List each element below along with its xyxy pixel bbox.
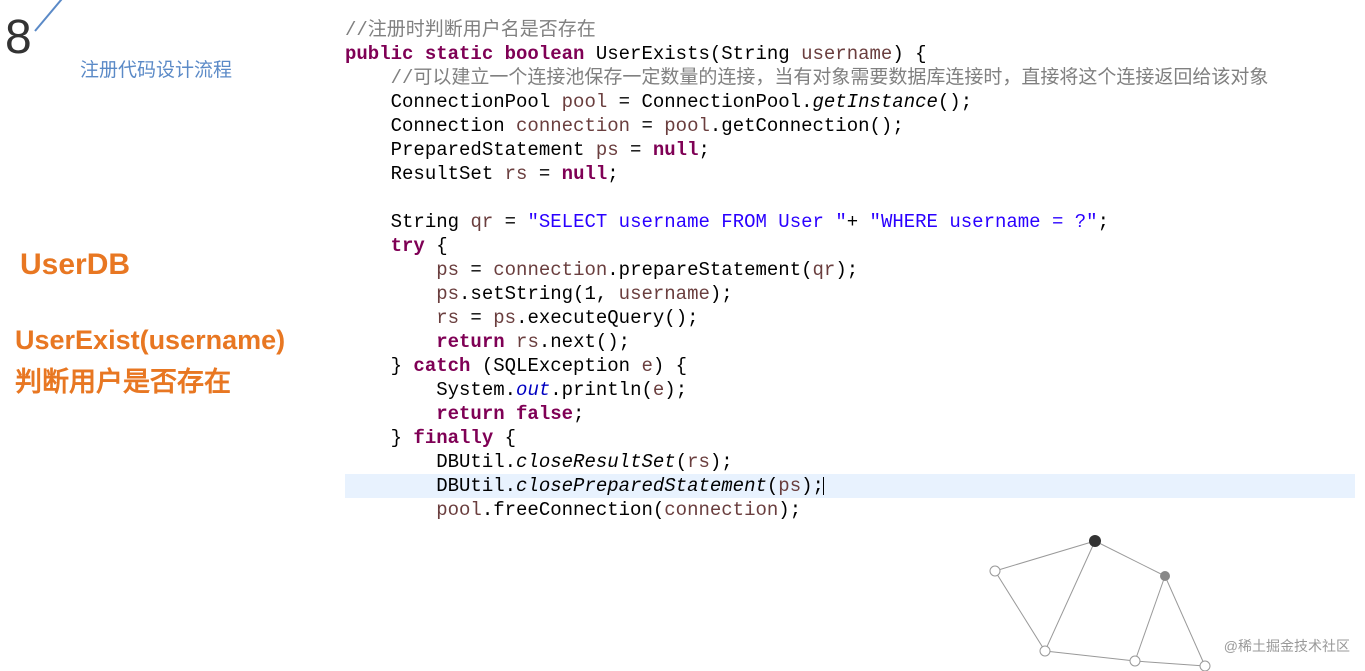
code-kw: null <box>562 163 608 185</box>
code-var: ps <box>493 307 516 329</box>
code-kw: return false <box>436 403 573 425</box>
code-kw: public static boolean <box>345 43 584 65</box>
code-text: = <box>459 307 493 329</box>
code-var: pool <box>562 91 608 113</box>
code-block: //注册时判断用户名是否存在 public static boolean Use… <box>345 18 1355 522</box>
code-var: rs <box>436 307 459 329</box>
code-var: ps <box>436 283 459 305</box>
code-text: ); <box>710 283 733 305</box>
code-text: = <box>459 259 493 281</box>
code-var: connection <box>493 259 607 281</box>
code-text: DBUtil. <box>436 475 516 497</box>
code-text: ); <box>664 379 687 401</box>
code-var: rs <box>516 331 539 353</box>
code-text: UserExists(String <box>584 43 801 65</box>
slide-number: 8 <box>5 10 24 65</box>
code-text: String <box>391 211 471 233</box>
code-text: } <box>391 427 414 449</box>
code-text <box>505 331 516 353</box>
code-text: ConnectionPool <box>391 91 562 113</box>
code-text: ResultSet <box>391 163 505 185</box>
code-var: pool <box>664 115 710 137</box>
code-kw: try <box>391 235 425 257</box>
code-text: (); <box>938 91 972 113</box>
code-text: (SQLException <box>470 355 641 377</box>
code-text: ( <box>767 475 778 497</box>
code-text: { <box>493 427 516 449</box>
code-text: .executeQuery(); <box>516 307 698 329</box>
code-var: connection <box>516 115 630 137</box>
text-cursor <box>823 477 824 495</box>
code-text: ; <box>573 403 584 425</box>
code-method: closeResultSet <box>516 451 676 473</box>
code-text: .getConnection(); <box>710 115 904 137</box>
code-var: qr <box>813 259 836 281</box>
code-var: pool <box>436 499 482 521</box>
code-text: = ConnectionPool. <box>607 91 812 113</box>
code-var: username <box>619 283 710 305</box>
code-comment: //可以建立一个连接池保存一定数量的连接，当有对象需要数据库连接时，直接将这个连… <box>391 67 1269 89</box>
watermark: @稀土掘金技术社区 <box>1224 636 1350 656</box>
code-text: ; <box>607 163 618 185</box>
code-text: .println( <box>550 379 653 401</box>
code-text: .prepareStatement( <box>607 259 812 281</box>
header-divider <box>34 0 74 32</box>
code-comment: //注册时判断用户名是否存在 <box>345 19 596 41</box>
code-static: out <box>516 379 550 401</box>
code-text: ); <box>801 475 824 497</box>
code-kw: null <box>653 139 699 161</box>
code-text: { <box>425 235 448 257</box>
code-kw: catch <box>413 355 470 377</box>
code-text: .next(); <box>539 331 630 353</box>
code-var: ps <box>436 259 459 281</box>
code-highlighted-line: DBUtil.closePreparedStatement(ps); <box>345 474 1355 498</box>
code-kw: finally <box>413 427 493 449</box>
code-text: .freeConnection( <box>482 499 664 521</box>
code-text: } <box>391 355 414 377</box>
code-string: "WHERE username = ?" <box>870 211 1098 233</box>
code-text: ( <box>676 451 687 473</box>
code-var: ps <box>778 475 801 497</box>
code-text: ; <box>1098 211 1109 233</box>
code-var: username <box>801 43 892 65</box>
code-text: = <box>619 139 653 161</box>
sidebar-userexist: UserExist(username) <box>15 325 285 356</box>
code-var: qr <box>470 211 493 233</box>
sidebar-userexist-desc: 判断用户是否存在 <box>15 360 231 399</box>
code-string: "SELECT username FROM User " <box>527 211 846 233</box>
code-var: rs <box>687 451 710 473</box>
code-var: connection <box>664 499 778 521</box>
code-var: ps <box>596 139 619 161</box>
code-text: PreparedStatement <box>391 139 596 161</box>
code-text: DBUtil. <box>436 451 516 473</box>
code-var: e <box>641 355 652 377</box>
code-kw: return <box>436 331 504 353</box>
code-text: ) { <box>892 43 926 65</box>
code-text: ); <box>778 499 801 521</box>
code-var: rs <box>505 163 528 185</box>
sidebar-userdb: UserDB <box>20 248 130 282</box>
code-text: ) { <box>653 355 687 377</box>
code-text: .setString(1, <box>459 283 619 305</box>
header-label: 注册代码设计流程 <box>80 55 232 82</box>
code-text: = <box>630 115 664 137</box>
code-text: ); <box>710 451 733 473</box>
code-text: ); <box>835 259 858 281</box>
code-text: System. <box>436 379 516 401</box>
code-method: getInstance <box>812 91 937 113</box>
code-text: Connection <box>391 115 516 137</box>
decoration-graph <box>975 521 1225 671</box>
code-text: + <box>847 211 870 233</box>
code-text: = <box>527 163 561 185</box>
code-text: ; <box>698 139 709 161</box>
code-method: closePreparedStatement <box>516 475 767 497</box>
code-var: e <box>653 379 664 401</box>
code-text: = <box>493 211 527 233</box>
